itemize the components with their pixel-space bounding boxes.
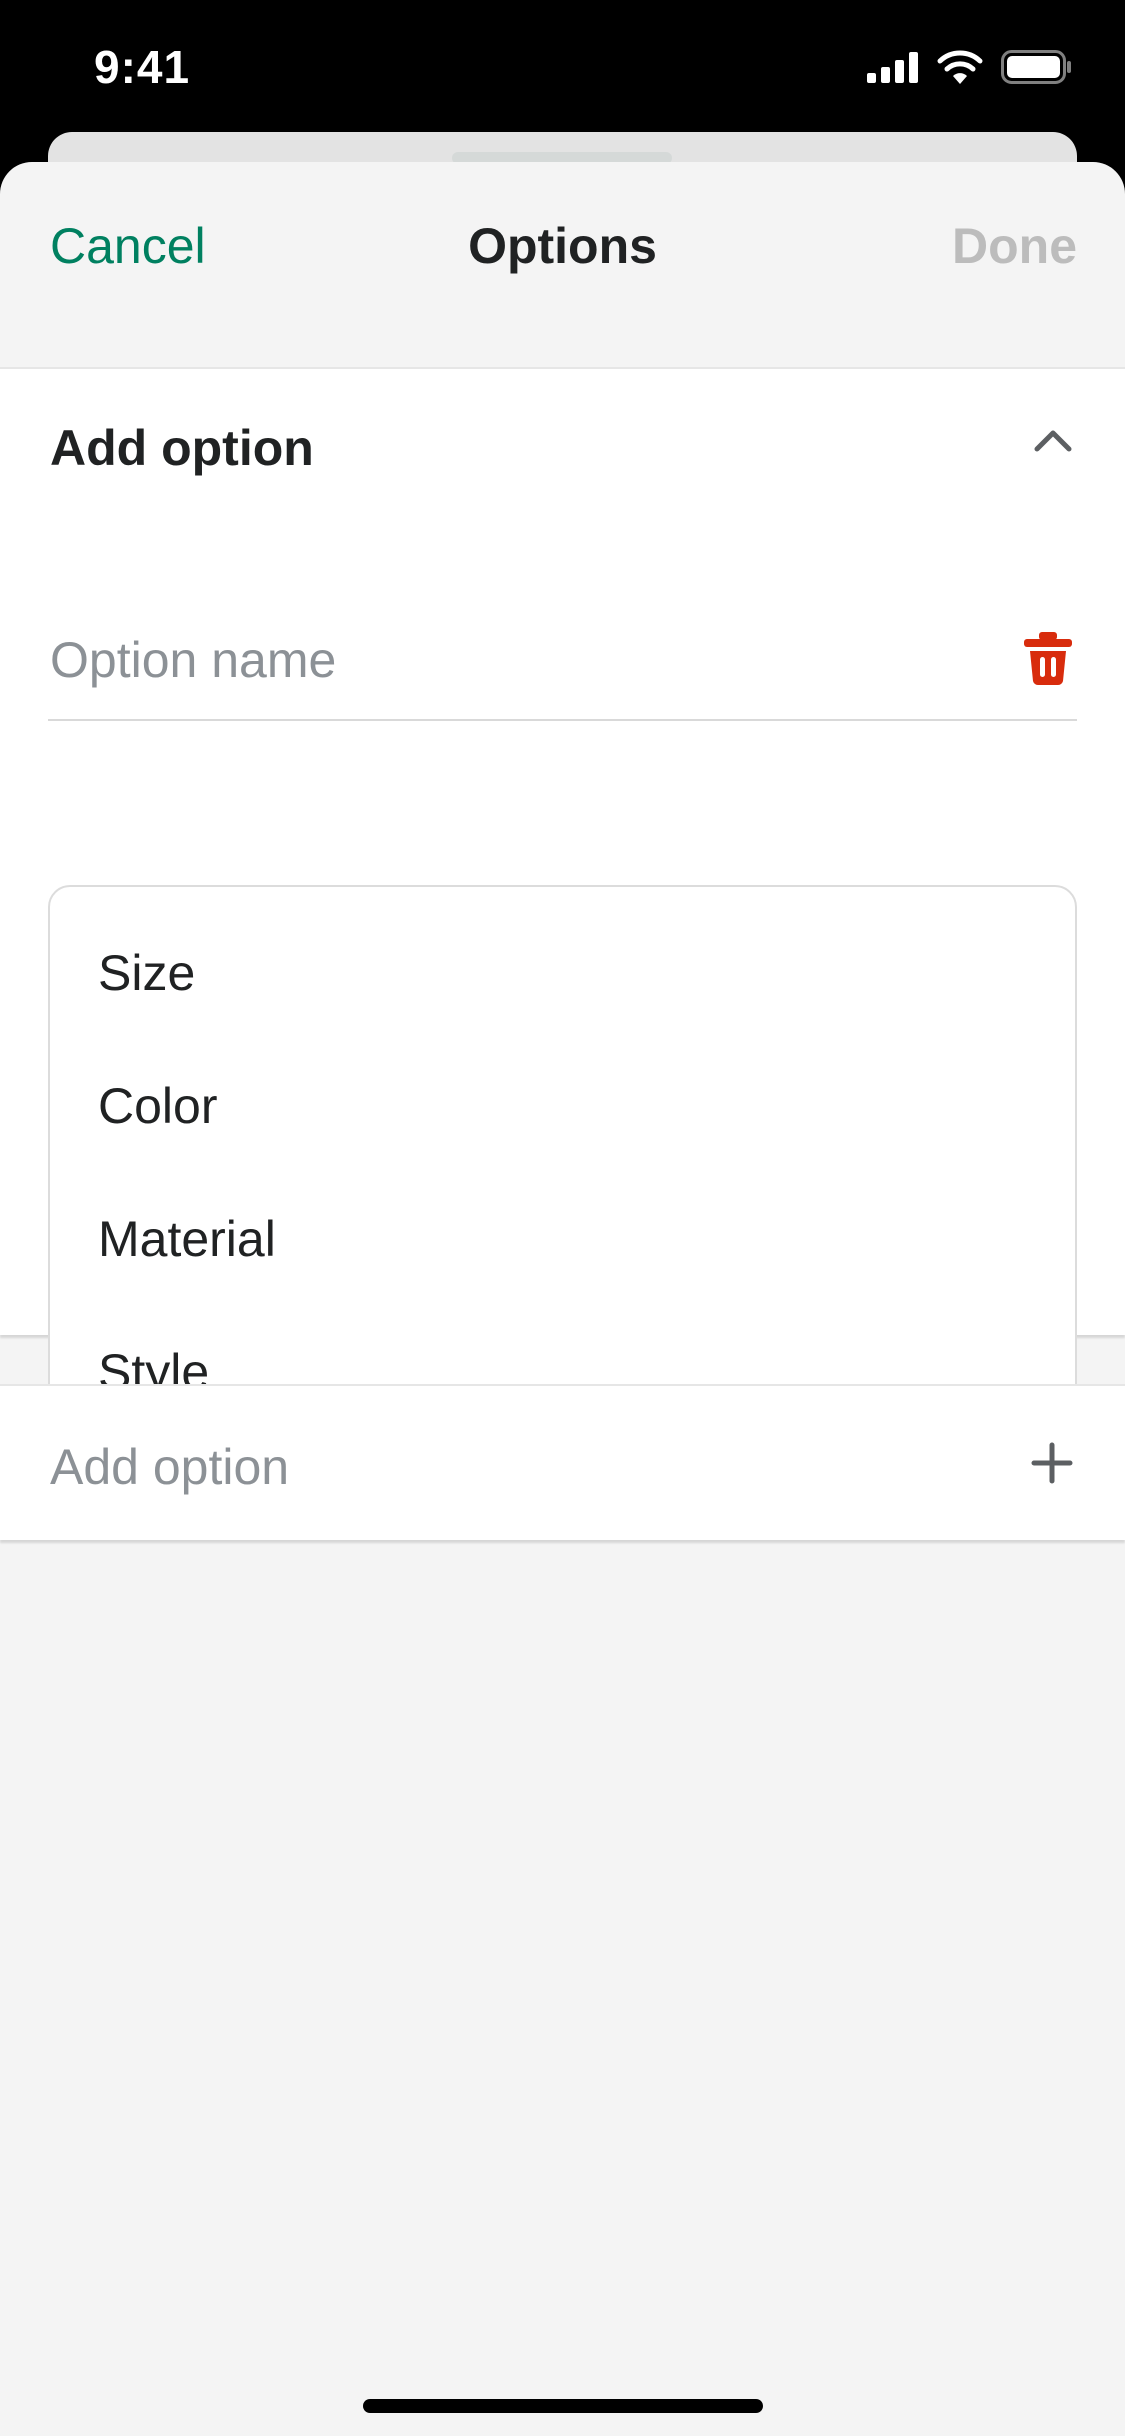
cellular-signal-icon: [867, 52, 918, 83]
navigation-bar: Cancel Options Done: [0, 162, 1125, 367]
battery-icon: [1001, 50, 1071, 84]
wifi-icon: [937, 50, 983, 84]
status-icons: [867, 50, 1073, 84]
add-option-button[interactable]: Add option: [0, 1384, 1125, 1540]
home-indicator[interactable]: [363, 2399, 763, 2413]
done-button[interactable]: Done: [952, 217, 1077, 275]
trash-icon[interactable]: [1019, 629, 1077, 687]
option-suggestions-list: Size Color Material Style: [48, 885, 1077, 1465]
option-name-field: [48, 599, 1077, 721]
add-option-label: Add option: [50, 1439, 290, 1495]
status-bar: 9:41: [0, 0, 1125, 150]
status-time: 9:41: [94, 41, 191, 93]
suggestion-item-material[interactable]: Material: [50, 1173, 1075, 1306]
add-option-header[interactable]: Add option: [0, 369, 1125, 519]
suggestion-item-color[interactable]: Color: [50, 1040, 1075, 1173]
card-title: Add option: [50, 420, 314, 476]
plus-icon: [1031, 1442, 1073, 1484]
option-name-input[interactable]: [50, 625, 950, 695]
add-option-card: Add option Size Color Material Style: [0, 367, 1125, 1465]
chevron-up-icon[interactable]: [1029, 417, 1077, 465]
cancel-button[interactable]: Cancel: [50, 217, 206, 275]
suggestion-item-size[interactable]: Size: [50, 907, 1075, 1040]
options-sheet: Cancel Options Done Add option Size Colo…: [0, 162, 1125, 2436]
